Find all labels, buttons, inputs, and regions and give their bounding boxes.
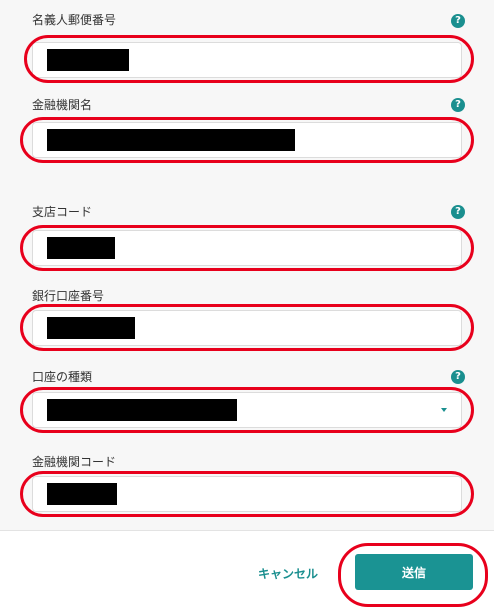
submit-button[interactable]: 送信 [355,554,473,590]
branch-code-input[interactable] [32,230,462,266]
account-type-help-icon[interactable]: ? [451,370,465,384]
postal-code-input[interactable] [32,42,462,78]
cancel-button[interactable]: キャンセル [258,565,318,582]
postal-code-label: 名義人郵便番号 [32,13,117,27]
account-type-select[interactable] [32,392,462,428]
redacted-value [47,317,135,339]
postal-code-help-icon[interactable]: ? [451,14,465,28]
branch-code-help-icon[interactable]: ? [451,205,465,219]
branch-code-label: 支店コード [32,205,93,219]
bank-code-label: 金融機関コード [32,455,117,469]
bank-name-label: 金融機関名 [32,98,93,112]
account-type-label: 口座の種類 [32,370,93,384]
bank-name-input[interactable] [32,122,462,158]
chevron-down-icon [441,408,447,412]
bank-name-help-icon[interactable]: ? [451,98,465,112]
redacted-value [47,49,129,71]
redacted-value [47,129,295,151]
account-number-label: 銀行口座番号 [32,289,105,303]
redacted-value [47,237,115,259]
redacted-value [47,483,117,505]
bank-account-form: 名義人郵便番号 ? 金融機関名 ? 支店コード ? 銀行口座番号 口座の種類 ?… [0,0,494,530]
form-footer: キャンセル 送信 [0,530,494,612]
bank-code-input[interactable] [32,476,462,512]
account-number-input[interactable] [32,310,462,346]
redacted-value [47,399,237,421]
